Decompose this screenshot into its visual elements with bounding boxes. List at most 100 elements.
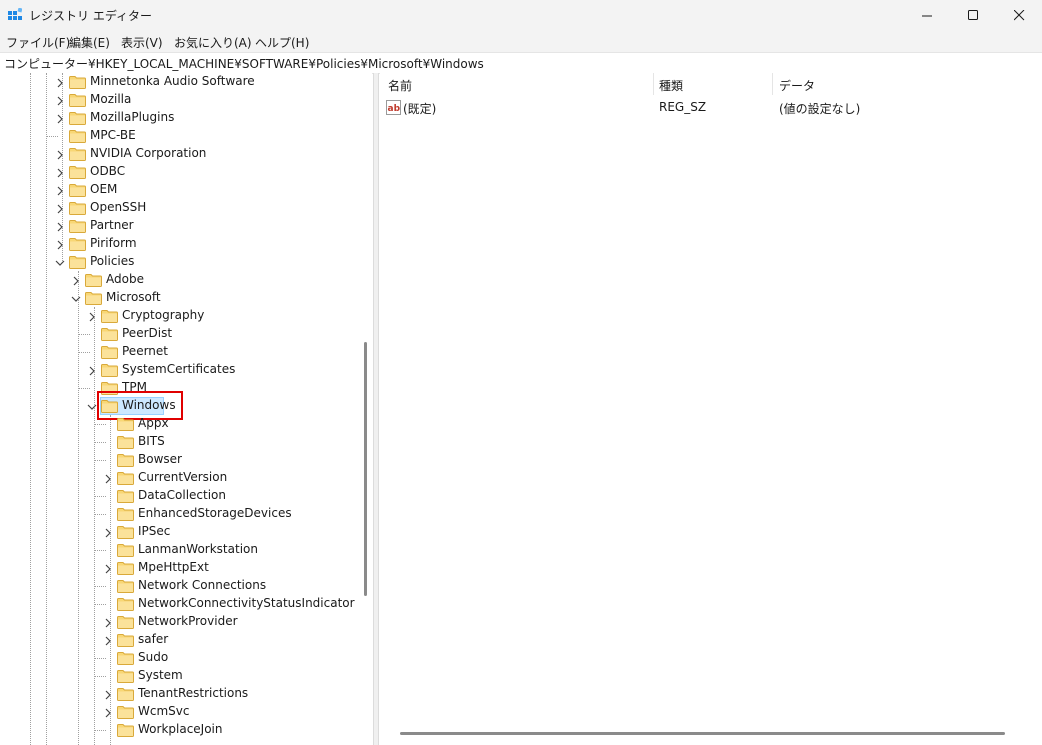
tree-node-oem[interactable]: OEM	[0, 181, 360, 199]
close-button[interactable]	[996, 0, 1042, 31]
chevron-right-icon[interactable]	[55, 185, 65, 196]
tree-node-odbc[interactable]: ODBC	[0, 163, 360, 181]
tree-guide-line	[78, 388, 90, 389]
tree-node-bits[interactable]: BITS	[0, 433, 360, 451]
minimize-button[interactable]	[904, 0, 950, 31]
tree-node-label: IPSec	[138, 524, 171, 538]
pane-splitter[interactable]	[373, 73, 379, 745]
chevron-right-icon[interactable]	[55, 221, 65, 232]
tree-node-piriform[interactable]: Piriform	[0, 235, 360, 253]
tree-node-enhancedstoragedevices[interactable]: EnhancedStorageDevices	[0, 505, 360, 523]
tree-node-networkprovider[interactable]: NetworkProvider	[0, 613, 360, 631]
tree-node-bowser[interactable]: Bowser	[0, 451, 360, 469]
chevron-right-icon[interactable]	[87, 365, 97, 376]
chevron-right-icon[interactable]	[55, 149, 65, 160]
values-list-pane[interactable]: 名前 種類 データ ab (既定) REG_SZ (値の設定なし)	[380, 73, 1042, 745]
folder-icon	[117, 651, 134, 665]
tree-scrollbar-thumb[interactable]	[364, 342, 367, 596]
menu-edit[interactable]: 編集(E)	[69, 34, 110, 51]
tree-node-microsoft[interactable]: Microsoft	[0, 289, 360, 307]
chevron-down-icon[interactable]	[55, 257, 65, 267]
tree-node-label: NetworkConnectivityStatusIndicator	[138, 596, 355, 610]
menu-help[interactable]: ヘルプ(H)	[255, 34, 309, 51]
menu-file[interactable]: ファイル(F)	[6, 34, 70, 51]
tree-node-wcmsvc[interactable]: WcmSvc	[0, 703, 360, 721]
tree-node-mozilla[interactable]: Mozilla	[0, 91, 360, 109]
tree-node-system[interactable]: System	[0, 667, 360, 685]
column-header-name[interactable]: 名前	[388, 77, 412, 94]
chevron-down-icon[interactable]	[71, 293, 81, 303]
chevron-right-icon[interactable]	[103, 707, 113, 718]
chevron-right-icon[interactable]	[103, 473, 113, 484]
tree-node-tenantrestrictions[interactable]: TenantRestrictions	[0, 685, 360, 703]
tree-node-openssh[interactable]: OpenSSH	[0, 199, 360, 217]
tree-node-datacollection[interactable]: DataCollection	[0, 487, 360, 505]
tree-node-label: WcmSvc	[138, 704, 190, 718]
menu-view[interactable]: 表示(V)	[121, 34, 163, 51]
column-separator[interactable]	[653, 73, 654, 95]
tree-node-label: Partner	[90, 218, 134, 232]
chevron-right-icon[interactable]	[55, 95, 65, 106]
column-separator[interactable]	[772, 73, 773, 95]
tree-node-label: CurrentVersion	[138, 470, 228, 484]
tree-guide-line	[94, 460, 106, 461]
tree-node-policies[interactable]: Policies	[0, 253, 360, 271]
tree-node-peerdist[interactable]: PeerDist	[0, 325, 360, 343]
tree-node-safer[interactable]: safer	[0, 631, 360, 649]
tree-guide-line	[94, 730, 106, 731]
folder-icon	[69, 111, 86, 125]
chevron-down-icon[interactable]	[87, 401, 97, 411]
tree-node-sudo[interactable]: Sudo	[0, 649, 360, 667]
tree-node-label: WorkplaceJoin	[138, 722, 223, 736]
tree-node-workplacejoin[interactable]: WorkplaceJoin	[0, 721, 360, 739]
tree-node-mozillaplugins[interactable]: MozillaPlugins	[0, 109, 360, 127]
chevron-right-icon[interactable]	[103, 635, 113, 646]
tree-node-label: OpenSSH	[90, 200, 147, 214]
tree-node-lanmanworkstation[interactable]: LanmanWorkstation	[0, 541, 360, 559]
maximize-button[interactable]	[950, 0, 996, 31]
folder-icon	[117, 435, 134, 449]
tree-node-label: Network Connections	[138, 578, 267, 592]
tree-guide-line	[94, 550, 106, 551]
tree-node-nvidia-corporation[interactable]: NVIDIA Corporation	[0, 145, 360, 163]
chevron-right-icon[interactable]	[103, 617, 113, 628]
folder-icon	[117, 417, 134, 431]
chevron-right-icon[interactable]	[103, 689, 113, 700]
list-horizontal-scrollbar-thumb[interactable]	[400, 732, 1005, 735]
chevron-right-icon[interactable]	[103, 563, 113, 574]
tree-guide-line	[94, 586, 106, 587]
tree-node-network-connections[interactable]: Network Connections	[0, 577, 360, 595]
folder-icon	[117, 489, 134, 503]
menu-favorites[interactable]: お気に入り(A)	[174, 34, 252, 51]
address-bar[interactable]: コンピューター¥HKEY_LOCAL_MACHINE¥SOFTWARE¥Poli…	[0, 52, 1042, 74]
tree-node-peernet[interactable]: Peernet	[0, 343, 360, 361]
column-header-data[interactable]: データ	[779, 77, 815, 94]
column-header-type[interactable]: 種類	[659, 77, 683, 94]
chevron-right-icon[interactable]	[71, 275, 81, 286]
address-path[interactable]: コンピューター¥HKEY_LOCAL_MACHINE¥SOFTWARE¥Poli…	[4, 55, 484, 72]
tree-node-cryptography[interactable]: Cryptography	[0, 307, 360, 325]
tree-node-mpehttpext[interactable]: MpeHttpExt	[0, 559, 360, 577]
tree-node-appx[interactable]: Appx	[0, 415, 360, 433]
tree-node-minnetonka-audio-software[interactable]: Minnetonka Audio Software	[0, 73, 360, 91]
chevron-right-icon[interactable]	[87, 311, 97, 322]
tree-node-partner[interactable]: Partner	[0, 217, 360, 235]
chevron-right-icon[interactable]	[55, 167, 65, 178]
tree-guide-line	[94, 514, 106, 515]
tree-node-ipsec[interactable]: IPSec	[0, 523, 360, 541]
tree-node-adobe[interactable]: Adobe	[0, 271, 360, 289]
key-tree-pane[interactable]: Minnetonka Audio Software Mozilla MozillaP…	[0, 73, 372, 745]
tree-node-currentversion[interactable]: CurrentVersion	[0, 469, 360, 487]
chevron-right-icon[interactable]	[55, 239, 65, 250]
chevron-right-icon[interactable]	[55, 203, 65, 214]
folder-icon	[117, 633, 134, 647]
tree-node-mpc-be[interactable]: MPC-BE	[0, 127, 360, 145]
chevron-right-icon[interactable]	[103, 527, 113, 538]
chevron-right-icon[interactable]	[55, 77, 65, 88]
chevron-right-icon[interactable]	[55, 113, 65, 124]
folder-icon	[117, 723, 134, 737]
folder-icon	[101, 363, 118, 377]
folder-icon	[69, 201, 86, 215]
tree-node-networkconnectivitystatusindicator[interactable]: NetworkConnectivityStatusIndicator	[0, 595, 360, 613]
tree-node-systemcertificates[interactable]: SystemCertificates	[0, 361, 360, 379]
